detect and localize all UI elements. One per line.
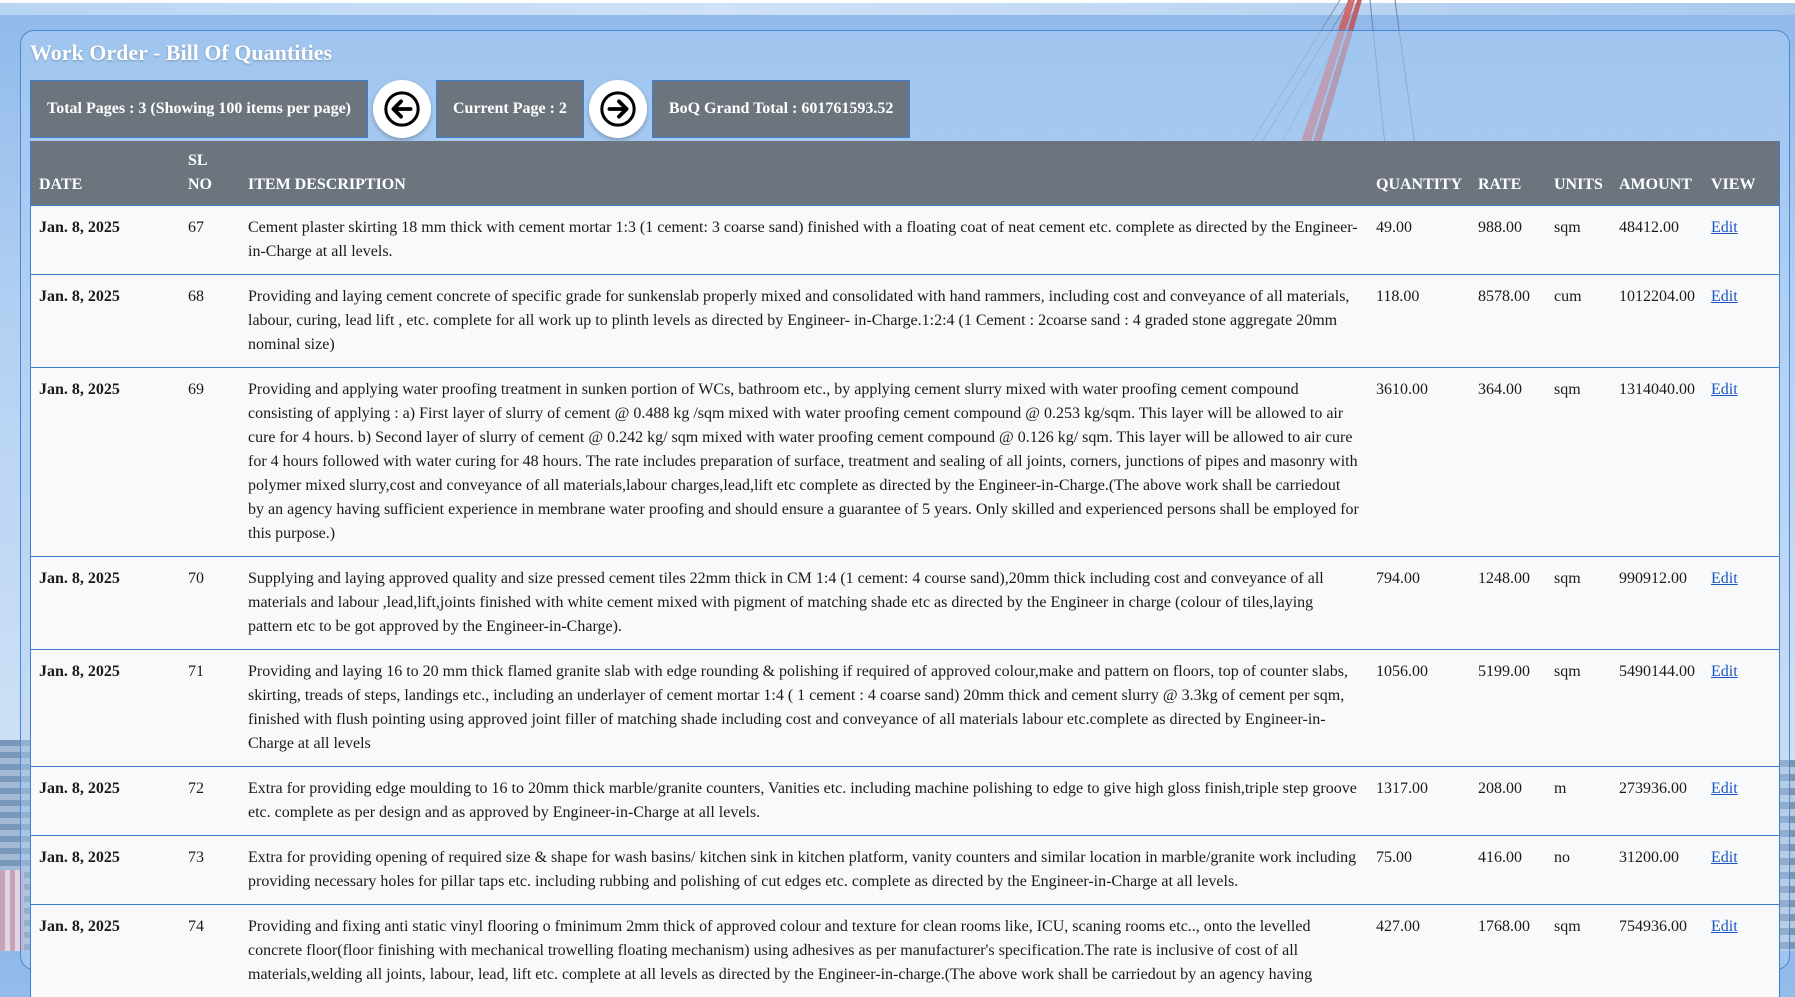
cell-amount: 48412.00 (1611, 206, 1703, 275)
edit-link[interactable]: Edit (1711, 381, 1738, 398)
column-header-amount: AMOUNT (1611, 141, 1703, 206)
cell-quantity: 49.00 (1368, 206, 1470, 275)
cell-amount: 1012204.00 (1611, 275, 1703, 368)
cell-view: Edit (1703, 368, 1779, 557)
column-header-quantity: QUANTITY (1368, 141, 1470, 206)
cell-sl-no: 68 (180, 275, 240, 368)
cell-date: Jan. 8, 2025 (31, 650, 180, 767)
cell-description: Providing and laying cement concrete of … (240, 275, 1368, 368)
cell-date: Jan. 8, 2025 (31, 206, 180, 275)
cell-units: sqm (1546, 206, 1611, 275)
column-header-view: VIEW (1703, 141, 1779, 206)
cell-rate: 5199.00 (1470, 650, 1546, 767)
cell-amount: 273936.00 (1611, 767, 1703, 836)
cell-amount: 1314040.00 (1611, 368, 1703, 557)
cell-quantity: 3610.00 (1368, 368, 1470, 557)
grand-total-box: BoQ Grand Total : 601761593.52 (652, 80, 910, 138)
cell-description: Extra for providing edge moulding to 16 … (240, 767, 1368, 836)
edit-link[interactable]: Edit (1711, 849, 1738, 866)
cell-view: Edit (1703, 650, 1779, 767)
cell-units: cum (1546, 275, 1611, 368)
cell-units: no (1546, 836, 1611, 905)
cell-sl-no: 69 (180, 368, 240, 557)
table-row: Jan. 8, 2025 73 Extra for providing open… (31, 836, 1779, 905)
cell-date: Jan. 8, 2025 (31, 557, 180, 650)
cell-description: Providing and laying 16 to 20 mm thick f… (240, 650, 1368, 767)
table-row: Jan. 8, 2025 70 Supplying and laying app… (31, 557, 1779, 650)
column-header-item-description: ITEM DESCRIPTION (240, 141, 1368, 206)
cell-rate: 208.00 (1470, 767, 1546, 836)
current-page-box: Current Page : 2 (436, 80, 584, 138)
cell-units: sqm (1546, 368, 1611, 557)
edit-link[interactable]: Edit (1711, 570, 1738, 587)
cell-view: Edit (1703, 206, 1779, 275)
top-band (0, 3, 1795, 15)
cell-rate: 8578.00 (1470, 275, 1546, 368)
cell-description: Providing and applying water proofing tr… (240, 368, 1368, 557)
column-header-date: DATE (31, 141, 180, 206)
cell-view: Edit (1703, 275, 1779, 368)
table-header-row: DATE SL NO ITEM DESCRIPTION QUANTITY RAT… (31, 141, 1779, 206)
cell-sl-no: 70 (180, 557, 240, 650)
cell-description: Supplying and laying approved quality an… (240, 557, 1368, 650)
cell-units: sqm (1546, 557, 1611, 650)
cell-date: Jan. 8, 2025 (31, 767, 180, 836)
table-row: Jan. 8, 2025 72 Extra for providing edge… (31, 767, 1779, 836)
page-title: Work Order - Bill Of Quantities (30, 40, 332, 66)
boq-table: DATE SL NO ITEM DESCRIPTION QUANTITY RAT… (31, 141, 1779, 997)
cell-sl-no: 73 (180, 836, 240, 905)
cell-view: Edit (1703, 836, 1779, 905)
cell-view: Edit (1703, 767, 1779, 836)
cell-rate: 416.00 (1470, 836, 1546, 905)
cell-rate: 988.00 (1470, 206, 1546, 275)
edit-link[interactable]: Edit (1711, 663, 1738, 680)
column-header-units: UNITS (1546, 141, 1611, 206)
pagination-toolbar: Total Pages : 3 (Showing 100 items per p… (30, 80, 910, 138)
edit-link[interactable]: Edit (1711, 780, 1738, 797)
cell-quantity: 794.00 (1368, 557, 1470, 650)
total-pages-box: Total Pages : 3 (Showing 100 items per p… (30, 80, 368, 138)
column-header-rate: RATE (1470, 141, 1546, 206)
cell-units: sqm (1546, 650, 1611, 767)
cell-quantity: 75.00 (1368, 836, 1470, 905)
cell-sl-no: 72 (180, 767, 240, 836)
next-page-button[interactable] (589, 80, 647, 138)
cell-sl-no: 67 (180, 206, 240, 275)
cell-amount: 990912.00 (1611, 557, 1703, 650)
edit-link[interactable]: Edit (1711, 219, 1738, 236)
table-row: Jan. 8, 2025 69 Providing and applying w… (31, 368, 1779, 557)
arrow-left-circle-icon (383, 90, 421, 128)
cell-date: Jan. 8, 2025 (31, 836, 180, 905)
table-row: Jan. 8, 2025 71 Providing and laying 16 … (31, 650, 1779, 767)
cell-date: Jan. 8, 2025 (31, 275, 180, 368)
edit-link[interactable]: Edit (1711, 288, 1738, 305)
column-header-sl-no: SL NO (180, 141, 240, 206)
cell-rate: 364.00 (1470, 368, 1546, 557)
cell-view: Edit (1703, 557, 1779, 650)
boq-table-container: DATE SL NO ITEM DESCRIPTION QUANTITY RAT… (30, 141, 1780, 997)
cell-description: Extra for providing opening of required … (240, 836, 1368, 905)
cell-sl-no: 71 (180, 650, 240, 767)
cell-amount: 5490144.00 (1611, 650, 1703, 767)
cell-quantity: 1317.00 (1368, 767, 1470, 836)
arrow-right-circle-icon (599, 90, 637, 128)
cell-amount: 31200.00 (1611, 836, 1703, 905)
cell-quantity: 118.00 (1368, 275, 1470, 368)
edit-link[interactable]: Edit (1711, 918, 1738, 935)
cell-date: Jan. 8, 2025 (31, 368, 180, 557)
previous-page-button[interactable] (373, 80, 431, 138)
cell-rate: 1248.00 (1470, 557, 1546, 650)
cell-quantity: 1056.00 (1368, 650, 1470, 767)
cell-description: Cement plaster skirting 18 mm thick with… (240, 206, 1368, 275)
table-row: Jan. 8, 2025 67 Cement plaster skirting … (31, 206, 1779, 275)
table-row: Jan. 8, 2025 68 Providing and laying cem… (31, 275, 1779, 368)
cell-units: m (1546, 767, 1611, 836)
